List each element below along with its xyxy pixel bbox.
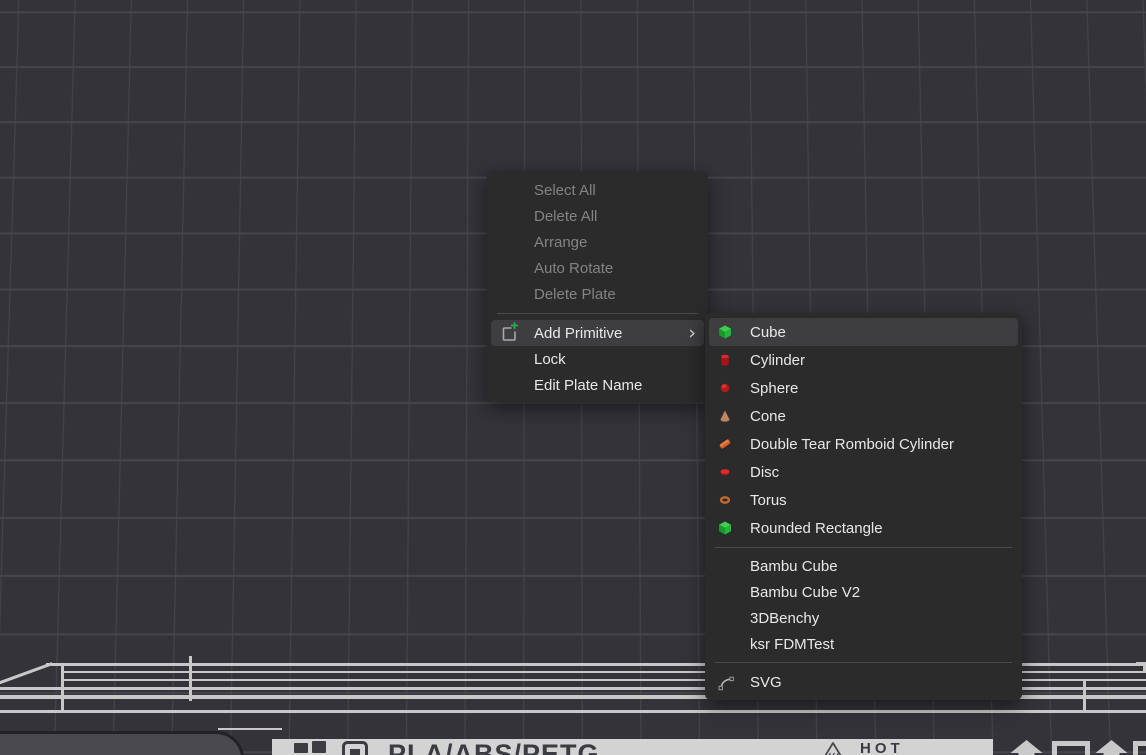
menu-item-label: ksr FDMTest <box>750 636 834 653</box>
menu-item-label: Cube <box>750 324 786 341</box>
menu-item-label: Cylinder <box>750 352 805 369</box>
menu-item-label: Cone <box>750 408 786 425</box>
menu-item-label: Arrange <box>534 234 587 251</box>
menu-item-arrange[interactable]: Arrange <box>487 229 708 255</box>
menu-item-label: 3DBenchy <box>750 610 819 627</box>
submenu-item-cone[interactable]: Cone <box>705 402 1022 430</box>
add-primitive-submenu: Cube Cylinder Sphere <box>705 313 1022 700</box>
rounded-rectangle-icon <box>718 521 732 535</box>
3d-viewport[interactable]: PLA/ABS/PETG HOT Select All Delete All A… <box>0 0 1146 755</box>
plate-context-menu: Select All Delete All Arrange Auto Rotat… <box>487 171 708 402</box>
menu-item-label: Disc <box>750 464 779 481</box>
submenu-item-cube[interactable]: Cube <box>709 318 1018 346</box>
menu-item-select-all[interactable]: Select All <box>487 177 708 203</box>
submenu-item-rounded-rectangle[interactable]: Rounded Rectangle <box>705 514 1022 542</box>
menu-item-label: Bambu Cube <box>750 558 838 575</box>
submenu-item-3dbenchy[interactable]: 3DBenchy <box>705 605 1022 631</box>
plate-edge-line <box>0 710 1146 713</box>
menu-separator <box>715 662 1012 663</box>
torus-icon <box>718 493 732 507</box>
cylinder-icon <box>718 353 732 367</box>
submenu-item-double-tear-romboid-cylinder[interactable]: Double Tear Romboid Cylinder <box>705 430 1022 458</box>
menu-separator <box>497 313 698 314</box>
plate-edge-line <box>218 728 282 730</box>
bambu-logo-icon <box>294 741 328 755</box>
arrow-up-icon <box>1008 740 1045 755</box>
submenu-item-svg[interactable]: SVG <box>705 668 1022 696</box>
submenu-item-bambu-cube-v2[interactable]: Bambu Cube V2 <box>705 579 1022 605</box>
cone-icon <box>718 409 732 423</box>
disc-icon <box>718 465 732 479</box>
plate-edge-line <box>1083 681 1086 712</box>
plate-corner-tab <box>0 731 244 755</box>
menu-item-label: Lock <box>534 351 566 368</box>
plate-edge-line <box>189 656 192 701</box>
menu-item-label: Add Primitive <box>534 325 622 342</box>
menu-item-delete-all[interactable]: Delete All <box>487 203 708 229</box>
submenu-item-torus[interactable]: Torus <box>705 486 1022 514</box>
submenu-item-cylinder[interactable]: Cylinder <box>705 346 1022 374</box>
menu-item-label: Edit Plate Name <box>534 377 642 394</box>
sphere-icon <box>718 381 732 395</box>
menu-item-lock[interactable]: Lock <box>487 346 708 372</box>
submenu-item-ksr-fdmtest[interactable]: ksr FDMTest <box>705 631 1022 657</box>
menu-item-edit-plate-name[interactable]: Edit Plate Name <box>487 372 708 398</box>
menu-item-label: Torus <box>750 492 787 509</box>
menu-item-label: Bambu Cube V2 <box>750 584 860 601</box>
add-primitive-icon <box>499 322 519 348</box>
menu-item-auto-rotate[interactable]: Auto Rotate <box>487 255 708 281</box>
menu-item-add-primitive[interactable]: Add Primitive › <box>491 320 704 346</box>
menu-item-label: Sphere <box>750 380 798 397</box>
hot-warning-label: HOT <box>860 740 904 755</box>
arrow-up-icon <box>1093 740 1130 755</box>
svg-curve-icon <box>718 675 736 691</box>
submenu-item-bambu-cube[interactable]: Bambu Cube <box>705 553 1022 579</box>
menu-item-label: SVG <box>750 674 782 691</box>
plate-orientation-marks <box>1008 740 1146 755</box>
menu-item-delete-plate[interactable]: Delete Plate <box>487 281 708 307</box>
submenu-item-sphere[interactable]: Sphere <box>705 374 1022 402</box>
menu-item-label: Rounded Rectangle <box>750 520 883 537</box>
qr-code-icon <box>342 741 368 755</box>
plate-edge-line <box>61 664 64 712</box>
hot-warning-icon <box>820 741 846 755</box>
menu-separator <box>715 547 1012 548</box>
square-mark-icon <box>1052 741 1090 755</box>
menu-item-label: Delete Plate <box>534 286 616 303</box>
build-plate-front-edge: PLA/ABS/PETG HOT <box>272 739 993 755</box>
submenu-chevron-icon: › <box>688 324 696 343</box>
submenu-item-disc[interactable]: Disc <box>705 458 1022 486</box>
square-mark-icon <box>1133 741 1146 755</box>
menu-item-label: Delete All <box>534 208 597 225</box>
plate-material-label: PLA/ABS/PETG <box>388 739 600 755</box>
menu-item-label: Select All <box>534 182 596 199</box>
romboid-cylinder-icon <box>718 437 732 451</box>
menu-item-label: Auto Rotate <box>534 260 613 277</box>
menu-item-label: Double Tear Romboid Cylinder <box>750 436 954 453</box>
cube-icon <box>718 325 732 339</box>
